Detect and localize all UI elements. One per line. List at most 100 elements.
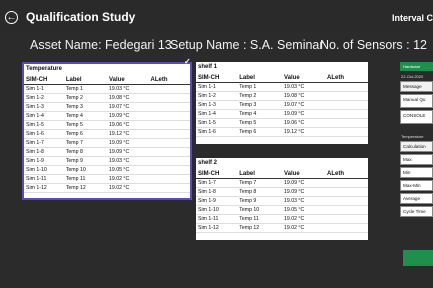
table-cell: 19.02 °C <box>281 214 325 224</box>
column-header: SIM-CH <box>24 75 64 85</box>
table-row: Sim 1-4 Temp 4 19.09 °C <box>24 111 190 121</box>
table-cell <box>148 102 190 112</box>
table-cell <box>324 214 368 224</box>
table-cell: 19.08 °C <box>281 91 325 101</box>
table-cell <box>148 183 190 193</box>
table-cell: Sim 1-1 <box>24 84 64 94</box>
table-cell <box>148 120 190 130</box>
table-cell <box>324 91 368 101</box>
table-cell <box>324 118 368 128</box>
table-cell: Sim 1-6 <box>24 129 64 139</box>
table-row: Sim 1-8 Temp 8 19.09 °C <box>24 147 190 157</box>
table-row: Sim 1-6 Temp 6 19.12 °C <box>24 129 190 139</box>
table-cell: Sim 1-9 <box>196 196 238 206</box>
table-cell: Temp 11 <box>237 214 282 224</box>
column-header: Value <box>106 75 149 85</box>
panel-title: Temperature <box>26 66 62 72</box>
table-cell: Temp 9 <box>237 196 282 206</box>
sensor-count: No. of Sensors : 12 <box>320 38 428 52</box>
table-row: Sim 1-12 Temp 12 19.02 °C <box>24 183 190 193</box>
table-cell: 19.07 °C <box>106 102 149 112</box>
table-row: Sim 1-8 Temp 8 19.09 °C <box>196 187 368 197</box>
table-cell: Temp 6 <box>63 129 107 139</box>
interval-label: Interval Ca <box>392 13 433 23</box>
table-cell: Temp 2 <box>237 91 282 101</box>
page-title: Qualification Study <box>26 10 136 24</box>
table-cell: Temp 8 <box>237 187 282 197</box>
shelf1-panel[interactable]: shelf 1 SIM-CH Label Value ALeth Sim 1-1… <box>196 62 368 144</box>
table-cell: Temp 7 <box>63 138 107 148</box>
table-cell <box>148 165 190 175</box>
table-cell: Temp 12 <box>63 183 107 193</box>
table-cell <box>148 147 190 157</box>
table-cell: 19.02 °C <box>281 223 325 233</box>
table-cell <box>324 82 368 92</box>
table-cell <box>148 156 190 166</box>
back-arrow-icon[interactable]: ← <box>5 11 18 24</box>
table-cell: Sim 1-10 <box>196 205 238 215</box>
table-cell <box>148 138 190 148</box>
table-cell: Sim 1-3 <box>196 100 238 110</box>
table-row: Sim 1-5 Temp 5 19.06 °C <box>24 120 190 130</box>
table-cell <box>324 205 368 215</box>
table-cell: 19.09 °C <box>106 111 149 121</box>
column-header: SIM-CH <box>196 169 238 179</box>
table-cell: Sim 1-9 <box>24 156 64 166</box>
table-cell: Temp 10 <box>237 205 282 215</box>
table-cell: Sim 1-4 <box>196 109 238 119</box>
table-cell: 19.08 °C <box>106 93 149 103</box>
table-cell <box>148 93 190 103</box>
table-cell: 19.05 °C <box>106 165 149 175</box>
side-panel: Hardware 22-Oct-2020 Message Manual Qu C… <box>400 62 433 262</box>
green-action-button[interactable] <box>403 250 433 266</box>
calculation-header: Calculation <box>400 141 433 152</box>
table-cell: 19.03 °C <box>106 156 149 166</box>
column-header: ALeth <box>148 75 190 85</box>
table-cell <box>148 174 190 184</box>
message-header: Message <box>400 81 433 92</box>
table-cell: Temp 2 <box>63 93 107 103</box>
table-cell: Temp 11 <box>63 174 107 184</box>
table-cell: Sim 1-1 <box>196 82 238 92</box>
table-row: Sim 1-12 Temp 12 19.02 °C <box>196 223 368 233</box>
shelf2-panel[interactable]: shelf 2 SIM-CH Label Value ALeth Sim 1-7… <box>196 158 368 240</box>
table-cell: 19.03 °C <box>281 196 325 206</box>
table-cell: Sim 1-11 <box>24 174 64 184</box>
table-cell: 19.09 °C <box>281 109 325 119</box>
table-cell <box>324 178 368 188</box>
table-row: Sim 1-11 Temp 11 19.02 °C <box>24 174 190 184</box>
table-row: Sim 1-3 Temp 3 19.07 °C <box>196 100 368 110</box>
table-cell: 19.12 °C <box>281 127 325 137</box>
calc-max: Max <box>400 154 433 165</box>
column-header: Value <box>281 73 325 83</box>
table-cell: Temp 9 <box>63 156 107 166</box>
table-row: Sim 1-1 Temp 1 19.03 °C <box>24 84 190 94</box>
table-row: Sim 1-7 Temp 7 19.09 °C <box>196 178 368 188</box>
column-header: SIM-CH <box>196 73 238 83</box>
table-cell: 19.09 °C <box>281 178 325 188</box>
table-cell: Temp 4 <box>63 111 107 121</box>
table-row: Sim 1-1 Temp 1 19.03 °C <box>196 82 368 92</box>
table-cell: 19.02 °C <box>106 183 149 193</box>
table-cell: Sim 1-5 <box>24 120 64 130</box>
table-cell <box>324 127 368 137</box>
table-cell: Temp 6 <box>237 127 282 137</box>
table-cell: 19.07 °C <box>281 100 325 110</box>
table-cell: Sim 1-7 <box>196 178 238 188</box>
table-cell: Sim 1-12 <box>24 183 64 193</box>
table-cell: Temp 8 <box>63 147 107 157</box>
hardware-button[interactable]: Hardware <box>400 62 433 71</box>
temperature-label: Temperature <box>401 134 424 139</box>
table-cell: Sim 1-12 <box>196 223 238 233</box>
table-cell <box>148 111 190 121</box>
table-cell: Sim 1-2 <box>196 91 238 101</box>
column-header: Label <box>237 169 282 179</box>
column-header: ALeth <box>324 169 368 179</box>
table-cell: Temp 4 <box>237 109 282 119</box>
column-header: ALeth <box>324 73 368 83</box>
table-cell: Sim 1-8 <box>24 147 64 157</box>
table-cell: 19.05 °C <box>281 205 325 215</box>
column-header: Label <box>237 73 282 83</box>
table-cell: Temp 1 <box>63 84 107 94</box>
temperature-panel[interactable]: Temperature SIM-CH Label Value ALeth Sim… <box>22 62 192 200</box>
